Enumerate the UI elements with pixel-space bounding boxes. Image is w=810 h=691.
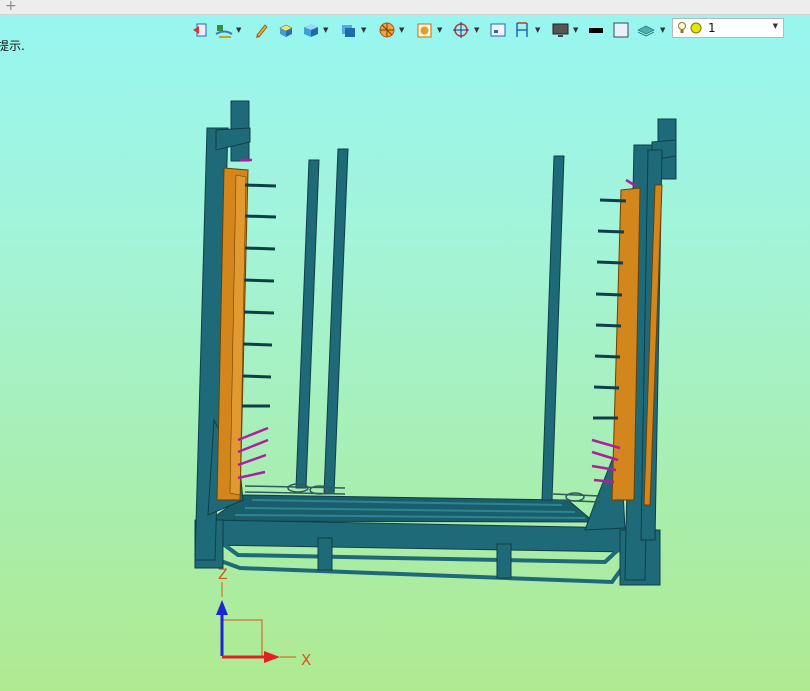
exit-sketch-icon bbox=[193, 23, 207, 37]
pencil-button[interactable] bbox=[253, 18, 271, 42]
display-mode-button[interactable]: ▼ bbox=[339, 18, 366, 42]
dimension-button[interactable]: ▼ bbox=[513, 18, 540, 42]
view-orient-button[interactable]: ▼ bbox=[452, 18, 479, 42]
frame-icon bbox=[490, 23, 506, 37]
add-tab-button[interactable]: + bbox=[5, 0, 17, 14]
color-swatch-white-icon bbox=[613, 22, 629, 38]
color-black-button[interactable] bbox=[587, 18, 605, 42]
solid-view-icon bbox=[304, 24, 318, 37]
render-style-button[interactable]: ▼ bbox=[377, 18, 404, 42]
layer-color-dot bbox=[690, 22, 702, 34]
x-axis-head bbox=[264, 651, 280, 663]
monitor-button[interactable]: ▼ bbox=[551, 18, 578, 42]
color-swatch-black-icon bbox=[589, 28, 603, 33]
layer-stack-button[interactable]: ▼ bbox=[636, 18, 665, 42]
color-white-button[interactable] bbox=[612, 18, 630, 42]
box-shade-icon bbox=[279, 24, 293, 37]
rack-model bbox=[194, 100, 677, 586]
display-mode-icon bbox=[342, 25, 355, 37]
x-axis-label: X bbox=[301, 651, 311, 669]
chevron-down-icon[interactable]: ▼ bbox=[773, 22, 778, 30]
center-poles bbox=[295, 148, 565, 501]
sketch-filter-button[interactable]: ▼ bbox=[214, 18, 241, 42]
model-viewport[interactable] bbox=[0, 44, 810, 691]
exit-sketch-button[interactable] bbox=[191, 18, 209, 42]
sketch-filter-icon bbox=[215, 25, 233, 38]
z-axis-label: Z bbox=[218, 567, 228, 583]
layer-stack-icon bbox=[637, 25, 655, 37]
tab-bar: + bbox=[0, 0, 810, 15]
triad-box bbox=[221, 619, 263, 656]
right-upright bbox=[584, 118, 677, 581]
box-shade-button[interactable] bbox=[277, 18, 295, 42]
section-view-icon bbox=[417, 23, 432, 38]
lightbulb-icon bbox=[678, 22, 686, 33]
layer-select-value: 1 bbox=[708, 21, 716, 35]
render-style-icon bbox=[379, 22, 395, 38]
view-orient-icon bbox=[453, 22, 469, 38]
pencil-icon bbox=[256, 24, 268, 38]
left-upright bbox=[194, 100, 277, 561]
frame-button[interactable] bbox=[489, 18, 507, 42]
layer-select[interactable]: 1 ▼ bbox=[672, 18, 784, 38]
section-view-button[interactable]: ▼ bbox=[415, 18, 442, 42]
monitor-icon bbox=[552, 23, 569, 37]
z-axis-head bbox=[216, 600, 228, 615]
solid-view-button[interactable]: ▼ bbox=[301, 18, 328, 42]
dimension-icon bbox=[516, 22, 528, 37]
axis-triad: Z X bbox=[216, 567, 311, 669]
